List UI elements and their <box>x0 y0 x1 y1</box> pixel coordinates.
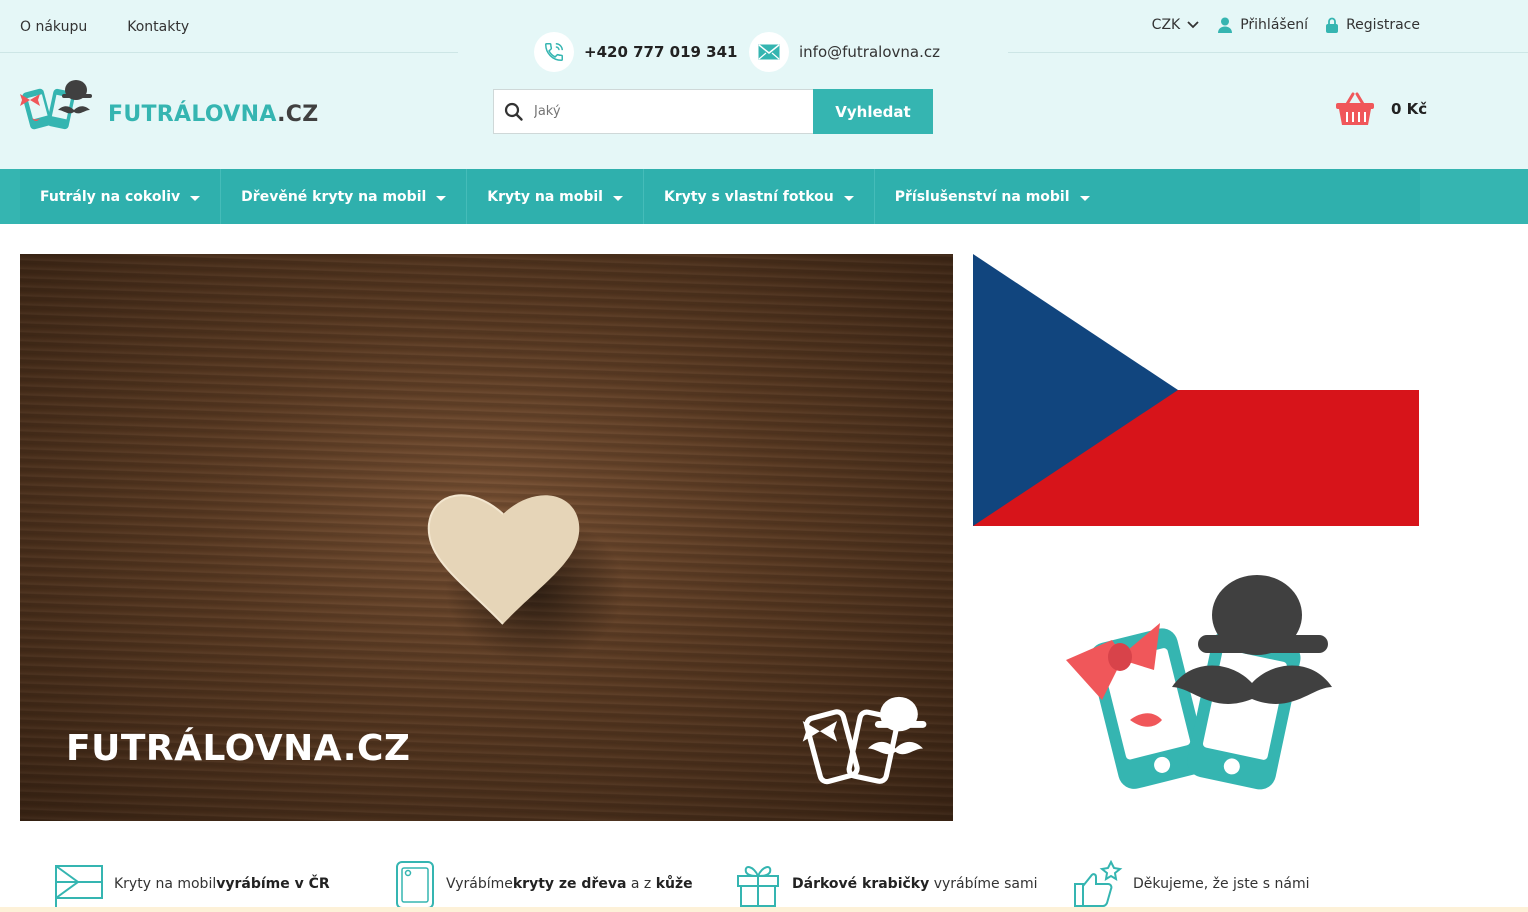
bottom-strip <box>0 907 1528 912</box>
nav-label: Futrály na cokoliv <box>40 188 181 205</box>
nav-item-kryty-na-mobil[interactable]: Kryty na mobil <box>467 169 644 224</box>
gift-icon <box>737 866 779 907</box>
feature-text: vyrábíme sami <box>929 876 1038 892</box>
feature-gift-boxes: Dárkové krabičky vyrábíme sami <box>734 860 1037 908</box>
phone-number: +420 777 019 341 <box>584 43 738 61</box>
nav-label: Dřevěné kryty na mobil <box>241 188 427 205</box>
caret-down-icon <box>436 195 447 201</box>
lock-icon <box>1326 17 1339 33</box>
caret-down-icon <box>843 195 854 201</box>
register-link[interactable]: Registrace <box>1326 17 1420 33</box>
currency-label: CZK <box>1151 17 1181 33</box>
contact-phone[interactable]: +420 777 019 341 <box>534 32 737 72</box>
nav-label: Kryty s vlastní fotkou <box>663 188 834 205</box>
features-bar: Kryty na mobil vyrábíme v ČR Vyrábíme kr… <box>0 855 1528 912</box>
link-kontakty[interactable]: Kontakty <box>127 19 189 35</box>
hero-banner[interactable]: FUTRÁLOVNA.CZ <box>20 254 953 821</box>
nav-bar: Futrály na cokoliv Dřevěné kryty na mobi… <box>20 169 1420 224</box>
search-form: Vyhledat <box>493 89 933 134</box>
divider <box>0 52 458 53</box>
feature-wood-leather: Vyrábíme kryty ze dřeva a z kůže <box>394 860 693 908</box>
feature-text: a z <box>626 876 656 892</box>
site-header: O nákupu Kontakty +420 777 019 341 info@… <box>0 0 1528 169</box>
feature-bold: kryty ze dřeva <box>512 876 627 892</box>
user-icon <box>1218 17 1233 33</box>
czech-flag-image <box>973 254 1419 526</box>
caret-down-icon <box>612 195 623 201</box>
feature-bold: kůže <box>655 876 693 892</box>
cart-total: 0 Kč <box>1391 100 1428 118</box>
main-nav: Futrály na cokoliv Dřevěné kryty na mobi… <box>0 169 1528 224</box>
site-logo[interactable]: FUTRÁLOVNA.CZ <box>18 76 318 140</box>
caret-down-icon <box>1079 195 1090 201</box>
search-input[interactable] <box>534 104 784 119</box>
feature-text: Kryty na mobil <box>114 876 217 892</box>
top-links: O nákupu Kontakty <box>20 19 189 35</box>
email-address: info@futralovna.cz <box>799 43 940 61</box>
basket-icon <box>1336 92 1374 125</box>
nav-label: Kryty na mobil <box>487 188 603 205</box>
feature-text: Vyrábíme <box>446 876 513 892</box>
logo-icon <box>20 80 92 130</box>
search-field <box>493 89 813 134</box>
phone-icon <box>534 32 574 72</box>
brand-logo-image <box>1066 575 1332 790</box>
phone-outline-icon <box>396 861 434 908</box>
feature-made-in-cz: Kryty na mobil vyrábíme v ČR <box>54 860 330 908</box>
link-o-nakupu[interactable]: O nákupu <box>20 19 87 35</box>
logo-text: FUTRÁLOVNA.CZ <box>108 102 318 127</box>
search-icon <box>504 102 523 121</box>
feature-thanks: Děkujeme, že jste s námi <box>1073 860 1309 908</box>
cart[interactable]: 0 Kč <box>1335 92 1427 126</box>
contact-email[interactable]: info@futralovna.cz <box>749 32 940 72</box>
nav-item-drevene-kryty[interactable]: Dřevěné kryty na mobil <box>221 169 468 224</box>
caret-down-icon <box>190 195 201 201</box>
logo-name: FUTRÁLOVNA <box>108 101 278 127</box>
login-link[interactable]: Přihlášení <box>1218 17 1308 33</box>
flag-icon <box>55 865 103 908</box>
heart-image <box>427 494 625 664</box>
nav-item-prislusenstvi[interactable]: Příslušenství na mobil <box>875 169 1110 224</box>
login-label: Přihlášení <box>1240 17 1309 33</box>
search-button[interactable]: Vyhledat <box>813 89 933 134</box>
divider <box>1008 52 1528 53</box>
register-label: Registrace <box>1346 17 1420 33</box>
feature-bold: vyrábíme v ČR <box>216 876 330 892</box>
logo-mark-icon <box>802 696 927 785</box>
envelope-icon <box>749 32 789 72</box>
nav-item-futraly[interactable]: Futrály na cokoliv <box>20 169 222 224</box>
nav-item-vlastni-fotka[interactable]: Kryty s vlastní fotkou <box>644 169 875 224</box>
currency-select[interactable]: CZK <box>1152 17 1201 33</box>
feature-text: Děkujeme, že jste s námi <box>1133 876 1310 892</box>
chevron-down-icon <box>1187 21 1199 29</box>
logo-tld: .CZ <box>277 101 319 127</box>
banner-text: FUTRÁLOVNA.CZ <box>66 728 411 769</box>
nav-label: Příslušenství na mobil <box>894 188 1070 205</box>
thumbs-up-star-icon <box>1074 860 1123 907</box>
feature-bold: Dárkové krabičky <box>792 876 930 892</box>
user-bar: CZK Přihlášení Registrace <box>1134 17 1420 33</box>
